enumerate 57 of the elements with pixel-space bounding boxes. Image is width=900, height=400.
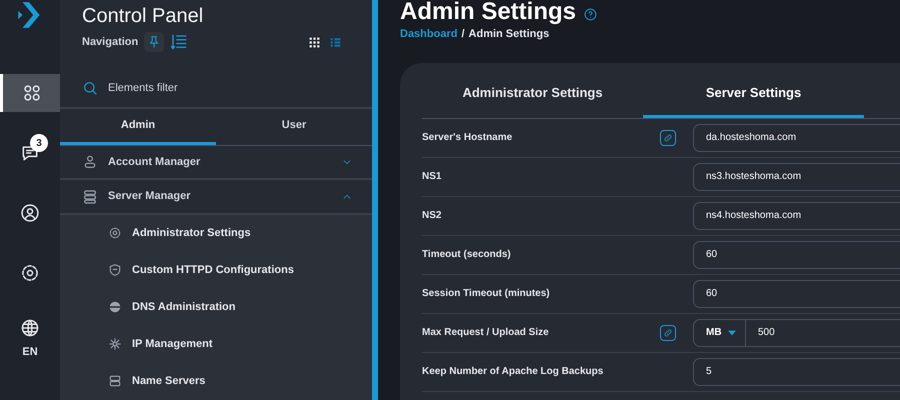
user-circle-icon <box>20 203 40 223</box>
settings-icon <box>20 263 40 283</box>
search-icon <box>82 80 98 96</box>
apps-icon <box>22 83 42 103</box>
submenu-item[interactable]: Custom HTTPD Configurations <box>60 252 372 289</box>
rail-item[interactable] <box>0 74 60 112</box>
input-field[interactable]: ns3.hosteshoma.com <box>693 162 900 190</box>
submenu-item[interactable]: IP Management <box>60 326 372 363</box>
submenu-item[interactable]: Name Servers <box>60 362 372 400</box>
search-field[interactable]: Elements filter <box>108 80 308 96</box>
input-field[interactable]: da.hosteshoma.com <box>693 124 900 152</box>
sidebar-tab[interactable]: User <box>216 108 372 145</box>
field-label: Timeout (seconds) <box>422 248 512 262</box>
page-title: Admin Settings <box>400 0 576 27</box>
field-label: Max Request / Upload Size <box>422 326 550 340</box>
link-icon[interactable] <box>660 130 676 146</box>
breadcrumb-current: Admin Settings <box>468 27 550 42</box>
submenu-item[interactable]: Administrator Settings <box>60 214 372 252</box>
field-label: Server's Hostname <box>422 131 514 145</box>
input-field[interactable]: 60 <box>693 280 900 308</box>
notification-badge: 3 <box>30 134 48 152</box>
sidebar-title: Control Panel <box>82 4 204 29</box>
grid-view-icon[interactable] <box>308 36 321 48</box>
submenu-item[interactable]: DNS Administration <box>60 288 372 326</box>
network-icon <box>108 337 122 352</box>
sort-list-icon[interactable] <box>170 33 188 51</box>
help-icon[interactable] <box>584 8 598 20</box>
globe-disc-icon <box>108 300 122 314</box>
server-stack-icon <box>82 188 98 205</box>
rail-item[interactable]: 3 <box>0 134 60 172</box>
shield-icon <box>108 263 122 278</box>
settings-tab[interactable]: Server Settings <box>643 62 864 118</box>
unit-dropdown[interactable]: MB <box>693 318 746 346</box>
person-icon <box>82 154 98 170</box>
input-field[interactable]: ns4.hosteshoma.com <box>693 202 900 230</box>
navigation-label: Navigation <box>82 34 138 50</box>
input-field[interactable]: 500 <box>746 318 900 346</box>
link-icon[interactable] <box>660 324 676 340</box>
settings-tab[interactable]: Administrator Settings <box>422 62 643 118</box>
server-icon <box>108 374 122 388</box>
gear-icon <box>108 226 122 240</box>
input-field[interactable]: 5 <box>693 358 900 386</box>
list-view-icon[interactable] <box>329 36 342 48</box>
field-label: Keep Number of Apache Log Backups <box>422 365 604 379</box>
field-label: Session Timeout (minutes) <box>422 287 551 301</box>
pin-icon[interactable] <box>144 32 164 52</box>
menu-item[interactable]: Account Manager <box>60 146 372 180</box>
input-field[interactable]: 60 <box>693 240 900 268</box>
breadcrumb-link[interactable]: Dashboard <box>400 26 458 42</box>
field-label: NS2 <box>422 209 442 223</box>
globe-icon <box>20 318 40 338</box>
breadcrumb-separator: / <box>461 27 465 42</box>
rail-item[interactable]: EN <box>0 318 60 360</box>
language-label: EN <box>22 345 38 360</box>
caret-icon <box>728 330 736 336</box>
field-label: NS1 <box>422 170 442 184</box>
sidebar-tab[interactable]: Admin <box>60 108 216 145</box>
